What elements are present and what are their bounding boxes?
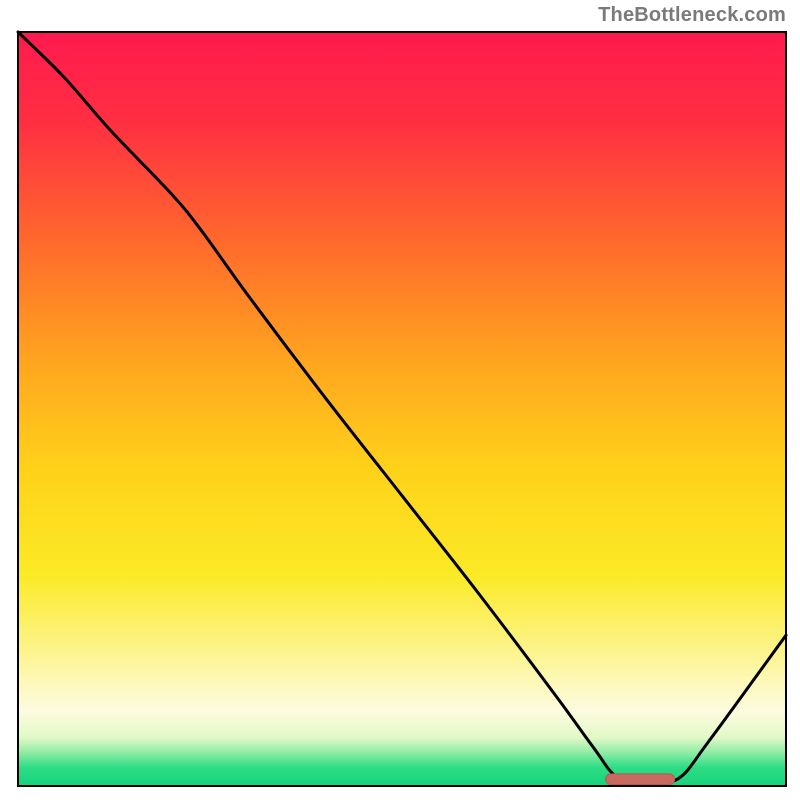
- attribution-text: TheBottleneck.com: [598, 4, 786, 27]
- chart-stage: TheBottleneck.com: [0, 0, 800, 800]
- plot-background: [18, 32, 786, 786]
- optimal-range-marker: [606, 774, 675, 785]
- bottleneck-chart: [0, 0, 800, 800]
